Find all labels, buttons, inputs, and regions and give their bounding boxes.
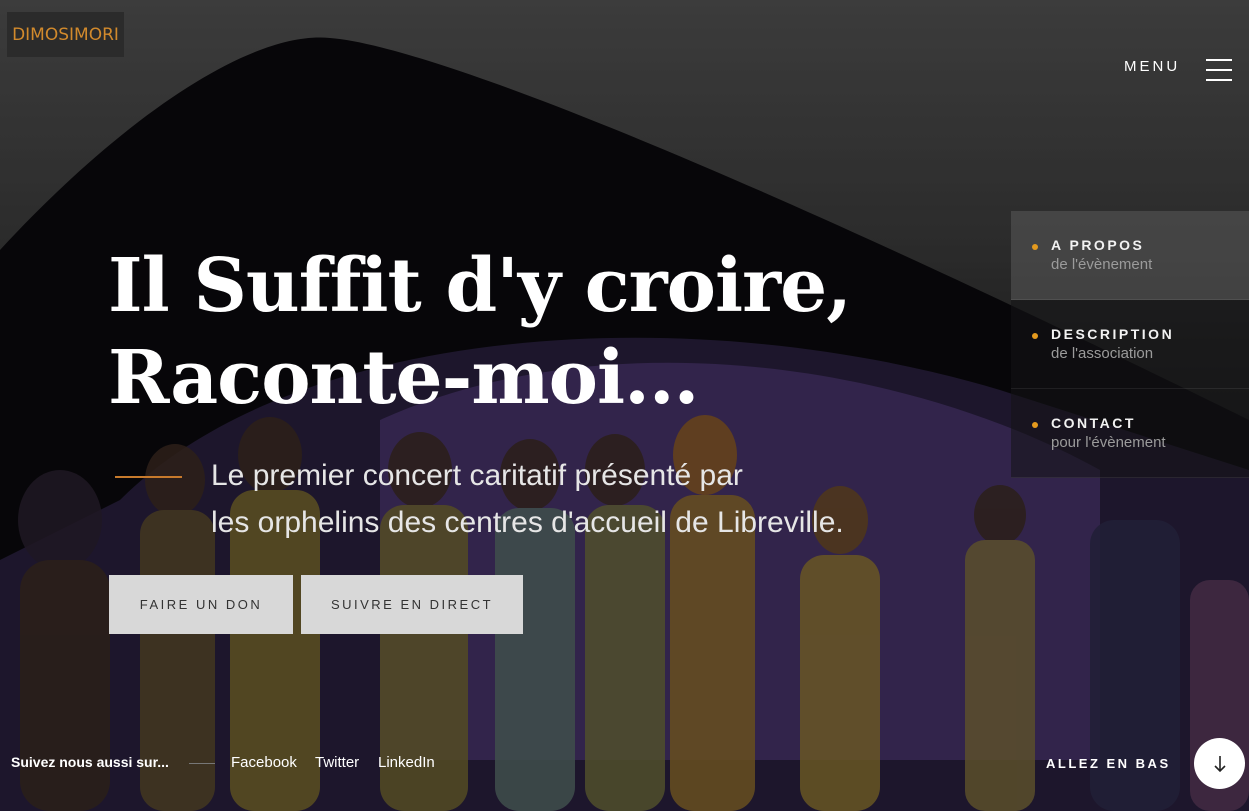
hero-subtitle-line: Le premier concert caritatif présenté pa… bbox=[211, 459, 743, 492]
hero-subtitle-line: les orphelins des centres d'accueil de L… bbox=[211, 506, 844, 539]
section-nav-title: A PROPOS bbox=[1051, 237, 1145, 253]
facebook-link[interactable]: Facebook bbox=[231, 754, 297, 771]
linkedin-link[interactable]: LinkedIn bbox=[378, 754, 435, 771]
hamburger-icon[interactable] bbox=[1206, 58, 1232, 84]
bullet-dot-icon bbox=[1032, 333, 1038, 339]
hero-subtitle: Le premier concert caritatif présenté pa… bbox=[211, 452, 844, 546]
twitter-link[interactable]: Twitter bbox=[315, 754, 359, 771]
hero-headline-line: Raconte-moi... bbox=[108, 335, 699, 421]
bullet-dot-icon bbox=[1032, 422, 1038, 428]
accent-divider bbox=[115, 476, 182, 478]
bullet-dot-icon bbox=[1032, 244, 1038, 250]
divider bbox=[189, 763, 215, 764]
scroll-down-label[interactable]: ALLEZ EN BAS bbox=[1046, 756, 1171, 771]
section-nav-item-contact[interactable]: CONTACT pour l'évènement bbox=[1011, 389, 1249, 478]
section-nav-item-description[interactable]: DESCRIPTION de l'association bbox=[1011, 300, 1249, 389]
watch-live-button[interactable]: SUIVRE EN DIRECT bbox=[301, 575, 523, 634]
section-nav-title: CONTACT bbox=[1051, 415, 1136, 431]
hero-headline: Il Suffit d'y croire, Raconte-moi... bbox=[108, 240, 852, 424]
section-nav-subtitle: pour l'évènement bbox=[1051, 434, 1166, 451]
menu-toggle[interactable]: MENU bbox=[1124, 58, 1232, 81]
brand-logo[interactable]: DIMOSIMORI bbox=[7, 12, 124, 57]
follow-us-label: Suivez nous aussi sur... bbox=[11, 754, 169, 770]
section-nav-subtitle: de l'association bbox=[1051, 345, 1154, 362]
scroll-down-button[interactable] bbox=[1194, 738, 1245, 789]
section-nav-subtitle: de l'évènement bbox=[1051, 256, 1153, 273]
section-nav-title: DESCRIPTION bbox=[1051, 326, 1175, 342]
section-nav-item-a-propos[interactable]: A PROPOS de l'évènement bbox=[1011, 211, 1249, 300]
donate-button[interactable]: FAIRE UN DON bbox=[109, 575, 293, 634]
arrow-down-icon bbox=[1213, 755, 1226, 772]
menu-label[interactable]: MENU bbox=[1124, 58, 1180, 75]
section-nav: A PROPOS de l'évènement DESCRIPTION de l… bbox=[1011, 211, 1249, 478]
hero-headline-line: Il Suffit d'y croire, bbox=[108, 243, 852, 329]
